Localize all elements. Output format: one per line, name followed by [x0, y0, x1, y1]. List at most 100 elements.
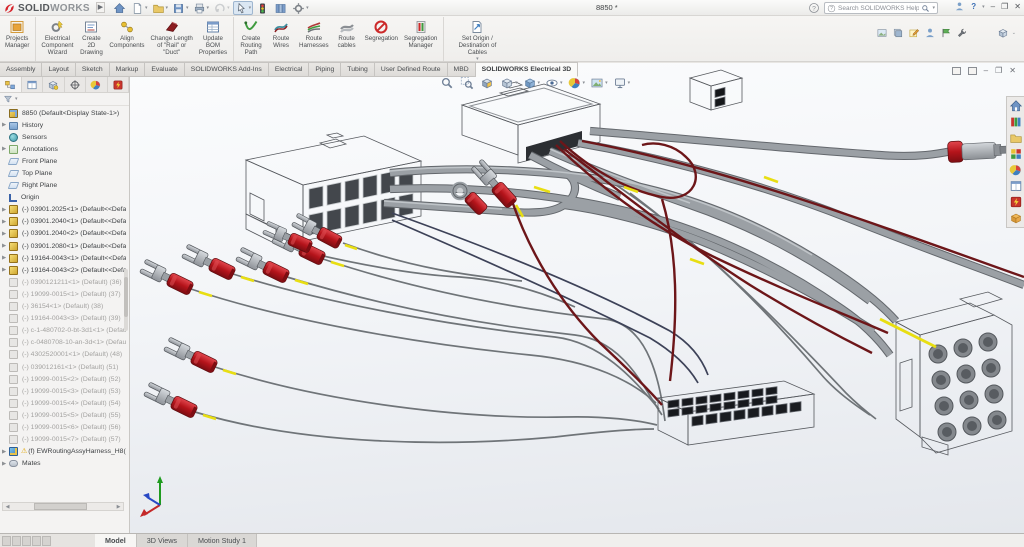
expand-arrow[interactable]: ▶	[2, 146, 9, 152]
command-tab[interactable]: SOLIDWORKS Electrical 3D	[476, 62, 579, 77]
task-pane-tab[interactable]	[1009, 99, 1023, 113]
mini-toolbar-icon[interactable]	[940, 27, 952, 39]
close-button[interactable]: ✕	[1014, 2, 1021, 11]
tree-item[interactable]: (-) 19099-0015<7> (Default) (57)	[0, 434, 126, 446]
tree-item[interactable]: Top Plane	[0, 167, 126, 179]
toolbar-flyout-button[interactable]: ▶	[96, 2, 105, 13]
tree-vertical-scrollbar[interactable]	[124, 269, 128, 331]
ribbon-button[interactable]: Create 2D Drawing	[76, 17, 106, 61]
ribbon-button[interactable]: Update BOM Properties	[196, 17, 234, 61]
tree-item[interactable]: (-) c-0480708-10-an-3d<1> (Default	[0, 337, 126, 349]
ribbon-button[interactable]: Align Components	[106, 17, 147, 61]
connector-2pin-black[interactable]	[690, 70, 742, 110]
restore-button[interactable]: ❐	[1001, 2, 1008, 11]
command-tab[interactable]: Evaluate	[145, 62, 184, 77]
tree-item[interactable]: (-) 19099-0015<4> (Default) (54)	[0, 397, 126, 409]
tree-item[interactable]: ▶ (-) 19164-0043<2> (Default<<Defau	[0, 264, 126, 276]
bottom-tab[interactable]: Model	[95, 534, 137, 547]
graphics-viewport[interactable]: – ❐ ✕ ▾	[130, 63, 1024, 533]
tree-item[interactable]: ▶ ⚠ (f) EWRoutingAssyHarness_H8(	[0, 446, 126, 458]
view-tool-caret[interactable]: ▾	[605, 80, 608, 86]
expand-arrow[interactable]: ▶	[2, 449, 9, 455]
view-tool-caret[interactable]: ▾	[628, 80, 631, 86]
task-pane-tab[interactable]	[1009, 211, 1023, 225]
tab-electrical-manager[interactable]	[108, 77, 130, 92]
view-tool-button[interactable]: ▾	[568, 76, 586, 90]
ribbon-button[interactable]: Route cables	[332, 17, 362, 61]
minimize-button[interactable]: –	[991, 2, 995, 11]
expand-arrow[interactable]: ▶	[2, 122, 9, 128]
doc-minimize-button[interactable]: –	[984, 66, 988, 75]
view-tool-caret[interactable]: ▾	[515, 80, 518, 86]
ribbon-button[interactable]: Set Origin / Destination of Cables	[446, 17, 508, 61]
view-tool-button[interactable]: ▾	[613, 76, 631, 90]
sign-in-icon[interactable]	[954, 1, 965, 12]
ribbon-button[interactable]: Change Length of "Rail" or "Duct"	[148, 17, 196, 61]
dropdown-caret[interactable]: ▾	[227, 5, 230, 11]
tree-item[interactable]: (-) 039012161<1> (Default) (51)	[0, 361, 126, 373]
tree-item[interactable]: Origin	[0, 192, 126, 204]
expand-arrow[interactable]: ▶	[2, 255, 9, 261]
bottom-tab[interactable]: Motion Study 1	[188, 534, 257, 547]
tab-display-manager[interactable]	[86, 77, 108, 92]
command-tab[interactable]: Assembly	[0, 62, 42, 77]
command-tab[interactable]: Electrical	[269, 62, 310, 77]
quick-access-button[interactable]: ▾	[233, 1, 254, 15]
scrollbar-thumb[interactable]	[34, 503, 87, 510]
expand-arrow[interactable]: ▶	[2, 207, 9, 213]
tree-item[interactable]: (-) 36154<1> (Default) (38)	[0, 301, 126, 313]
tree-item[interactable]: ▶ Mates	[0, 458, 126, 470]
ribbon-button[interactable]: Electrical Component Wizard	[38, 17, 76, 61]
tree-item[interactable]: (-) 4302520001<1> (Default) (48)	[0, 349, 126, 361]
expand-arrow[interactable]: ▶	[2, 461, 9, 467]
sketch-icon[interactable]	[997, 27, 1009, 39]
view-tool-button[interactable]	[440, 76, 455, 90]
tree-item[interactable]: (-) 19099-0015<2> (Default) (52)	[0, 373, 126, 385]
command-tab[interactable]: Layout	[42, 62, 75, 77]
tree-item[interactable]: (-) 19099-0015<6> (Default) (56)	[0, 421, 126, 433]
expand-arrow[interactable]: ▶	[2, 231, 9, 237]
search-box[interactable]: Search SOLIDWORKS Help ▾	[824, 2, 938, 14]
tree-item[interactable]: (-) 19164-0043<3> (Default) (39)	[0, 313, 126, 325]
ribbon-button[interactable]: Route Harnesses	[296, 17, 332, 61]
tree-item[interactable]: (-) 19099-0015<1> (Default) (37)	[0, 288, 126, 300]
quick-access-button[interactable]: ▾	[151, 1, 170, 15]
doc-close-button[interactable]: ✕	[1009, 66, 1016, 75]
tree-item[interactable]: (-) 0390121211<1> (Default) (36)	[0, 276, 126, 288]
command-tab[interactable]: MBD	[448, 62, 476, 77]
quick-access-button[interactable]: ▾	[291, 1, 310, 15]
search-icon[interactable]	[921, 4, 930, 13]
doc-restore-button[interactable]: ❐	[995, 66, 1002, 75]
tab-dimxpert-manager[interactable]	[65, 77, 87, 92]
dropdown-caret[interactable]: ▾	[306, 5, 309, 11]
task-pane-tab[interactable]	[1009, 179, 1023, 193]
filter-caret[interactable]: ▾	[15, 96, 18, 102]
solidworks-resources-icon[interactable]	[808, 2, 820, 14]
tree-item[interactable]: 8850 (Default<Display State-1>)	[0, 107, 126, 119]
new-window-icon[interactable]	[952, 67, 961, 75]
task-pane-tab[interactable]	[1009, 115, 1023, 129]
ribbon-button[interactable]: Projects Manager	[2, 17, 36, 61]
task-pane-tab[interactable]	[1009, 131, 1023, 145]
command-tab[interactable]: Sketch	[76, 62, 110, 77]
expand-ribbon-caret[interactable]: ⌄	[1012, 30, 1016, 36]
tree-item[interactable]: ▶ (-) 03901.2080<1> (Default<<Default	[0, 240, 126, 252]
expand-arrow[interactable]: ▶	[2, 267, 9, 273]
view-tool-button[interactable]: ▾	[500, 76, 518, 90]
mini-toolbar-icon[interactable]	[924, 27, 936, 39]
quick-access-button[interactable]	[255, 1, 271, 15]
view-tool-caret[interactable]: ▾	[583, 80, 586, 86]
view-tool-button[interactable]	[460, 76, 475, 90]
tab-property-manager[interactable]	[22, 77, 44, 92]
mini-toolbar-icon[interactable]	[908, 27, 920, 39]
quick-access-button[interactable]	[112, 1, 128, 15]
ribbon-button[interactable]: Segregation Manager	[401, 17, 444, 61]
quick-access-button[interactable]	[273, 1, 289, 15]
tree-item[interactable]: Sensors	[0, 131, 126, 143]
command-tab[interactable]: SOLIDWORKS Add-Ins	[185, 62, 269, 77]
tree-item[interactable]: ▶ Annotations	[0, 143, 126, 155]
command-tab[interactable]: Piping	[309, 62, 341, 77]
tree-item[interactable]: ▶ (-) 03901.2025<1> (Default<<Default	[0, 204, 126, 216]
view-tool-caret[interactable]: ▾	[560, 80, 563, 86]
expand-arrow[interactable]: ▶	[2, 219, 9, 225]
